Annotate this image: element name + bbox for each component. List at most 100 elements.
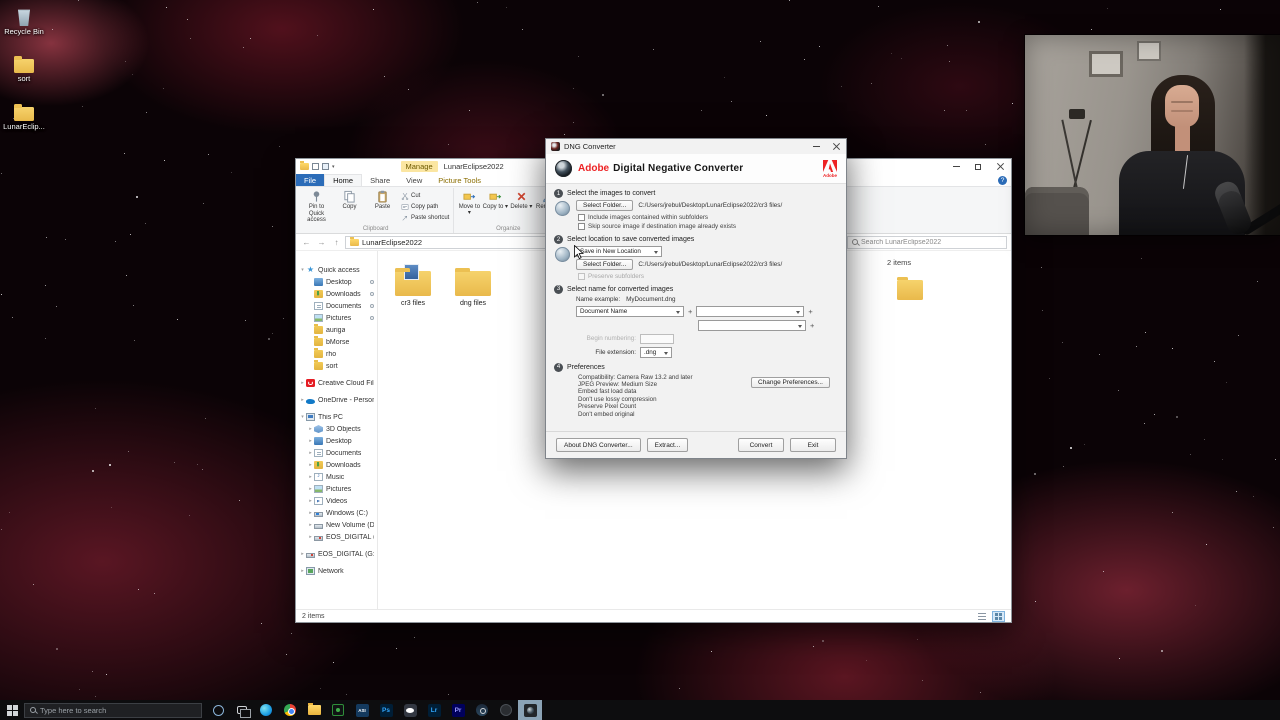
tab-home[interactable]: Home bbox=[324, 174, 363, 186]
convert-button[interactable]: Convert bbox=[738, 438, 784, 452]
sidebar-item-pictures[interactable]: Pictures bbox=[296, 312, 377, 324]
sidebar-item-downloads[interactable]: ▸ Downloads bbox=[296, 459, 377, 471]
forward-button[interactable]: → bbox=[315, 236, 328, 248]
ribbon-copy-to-button[interactable]: Copy to ▾ bbox=[482, 188, 508, 212]
name-part-3-combo[interactable] bbox=[698, 319, 806, 331]
details-view-button[interactable] bbox=[975, 611, 988, 622]
file-dng-files[interactable]: dng files bbox=[450, 265, 496, 308]
taskbar-asi-studio[interactable]: ASI bbox=[350, 700, 374, 720]
expand-arrow-icon[interactable]: ▸ bbox=[307, 450, 314, 456]
sidebar-item-sort[interactable]: sort bbox=[296, 360, 377, 372]
expand-arrow-icon[interactable]: ▸ bbox=[307, 510, 314, 516]
taskbar-discord[interactable] bbox=[398, 700, 422, 720]
expand-arrow-icon[interactable]: ▸ bbox=[299, 551, 306, 557]
taskbar-green-app[interactable] bbox=[326, 700, 350, 720]
expand-arrow-icon[interactable]: ▸ bbox=[299, 568, 306, 574]
sidebar-item-eos-digital-g[interactable]: ▸ EOS_DIGITAL (G:) bbox=[296, 531, 377, 543]
expand-arrow-icon[interactable]: ▸ bbox=[307, 426, 314, 432]
ribbon-cut-button[interactable]: Cut bbox=[399, 190, 451, 201]
taskbar-steam[interactable] bbox=[470, 700, 494, 720]
taskbar-dng-converter[interactable] bbox=[518, 700, 542, 720]
ribbon-paste-button[interactable]: Paste bbox=[366, 188, 399, 226]
sidebar-item-eos-digital-g[interactable]: ▸ EOS_DIGITAL (G:) bbox=[296, 548, 377, 560]
sidebar-item-network[interactable]: ▸ Network bbox=[296, 565, 377, 577]
sidebar-item-documents[interactable]: Documents bbox=[296, 300, 377, 312]
extract-button[interactable]: Extract... bbox=[646, 438, 689, 452]
sidebar-item-creative-cloud-files[interactable]: ▸ Creative Cloud Files bbox=[296, 377, 377, 389]
taskbar-task-view[interactable] bbox=[230, 700, 254, 720]
sidebar-item-pictures[interactable]: ▸ Pictures bbox=[296, 483, 377, 495]
start-button[interactable] bbox=[0, 700, 24, 720]
dialog-close-button[interactable] bbox=[826, 139, 846, 154]
taskbar-chrome[interactable] bbox=[278, 700, 302, 720]
new-folder-qat-icon[interactable] bbox=[322, 163, 329, 170]
properties-icon[interactable] bbox=[312, 163, 319, 170]
sidebar-item-music[interactable]: ▸ Music bbox=[296, 471, 377, 483]
help-icon[interactable]: ? bbox=[998, 175, 1007, 185]
skip-existing-checkbox[interactable] bbox=[578, 223, 585, 230]
minimize-button[interactable] bbox=[945, 159, 967, 174]
customize-toolbar-chevron-icon[interactable]: ▾ bbox=[332, 164, 335, 170]
tab-view[interactable]: View bbox=[398, 174, 430, 186]
name-part-1-combo[interactable]: Document Name bbox=[576, 305, 684, 317]
sidebar-item-new-volume-d[interactable]: ▸ New Volume (D:) bbox=[296, 519, 377, 531]
ribbon-paste-shortcut-button[interactable]: Paste shortcut bbox=[399, 212, 451, 223]
sidebar-item-videos[interactable]: ▸ Videos bbox=[296, 495, 377, 507]
expand-arrow-icon[interactable]: ▸ bbox=[307, 486, 314, 492]
search-input[interactable] bbox=[861, 238, 1002, 246]
taskbar-search-input[interactable] bbox=[40, 705, 196, 715]
thumbnail-view-button[interactable] bbox=[992, 610, 1005, 622]
taskbar-cortana[interactable] bbox=[206, 700, 230, 720]
tab-share[interactable]: Share bbox=[362, 174, 398, 186]
expand-arrow-icon[interactable]: ▾ bbox=[299, 414, 306, 420]
expand-arrow-icon[interactable]: ▸ bbox=[307, 438, 314, 444]
save-location-combo[interactable]: Save in New Location bbox=[576, 246, 662, 257]
sidebar-item-onedrive-personal[interactable]: ▸ OneDrive - Personal bbox=[296, 394, 377, 406]
tab-picture-tools[interactable]: Picture Tools bbox=[430, 174, 489, 186]
taskbar-file-explorer[interactable] bbox=[302, 700, 326, 720]
file-cr3-files[interactable]: cr3 files bbox=[390, 264, 436, 308]
include-subfolders-checkbox[interactable] bbox=[578, 213, 585, 221]
search-box[interactable] bbox=[847, 235, 1007, 249]
sidebar-item-windows-c[interactable]: ▸ Windows (C:) bbox=[296, 507, 377, 519]
change-preferences-button[interactable]: Change Preferences... bbox=[750, 376, 830, 388]
expand-arrow-icon[interactable]: ▸ bbox=[299, 380, 306, 386]
sidebar-item-quick-access[interactable]: ▾ ★ Quick access bbox=[296, 264, 377, 276]
back-button[interactable]: ← bbox=[300, 236, 313, 248]
exit-button[interactable]: Exit bbox=[790, 438, 836, 452]
expand-arrow-icon[interactable]: ▸ bbox=[307, 474, 314, 480]
taskbar-dark-app[interactable] bbox=[494, 700, 518, 720]
desktop-icon-lunareclip[interactable]: LunarEclip... bbox=[0, 104, 48, 131]
sidebar-item-bmorse[interactable]: bMorse bbox=[296, 336, 377, 348]
ribbon-copy-path-button[interactable]: Copy path bbox=[399, 201, 451, 212]
desktop-icon-sort[interactable]: sort bbox=[0, 56, 48, 83]
ribbon-pin-to-quick-access-button[interactable]: Pin to Quick access bbox=[300, 188, 333, 226]
ribbon-delete-button[interactable]: Delete ▾ bbox=[508, 188, 534, 212]
maximize-button[interactable] bbox=[967, 159, 989, 174]
expand-arrow-icon[interactable]: ▸ bbox=[307, 534, 314, 540]
tab-file[interactable]: File bbox=[296, 174, 325, 186]
select-source-folder-button[interactable]: Select Folder... bbox=[576, 200, 634, 211]
up-button[interactable]: ↑ bbox=[330, 236, 343, 248]
taskbar-premiere[interactable]: Pr bbox=[446, 700, 470, 720]
sidebar-item-documents[interactable]: ▸ Documents bbox=[296, 447, 377, 459]
expand-arrow-icon[interactable]: ▸ bbox=[307, 462, 314, 468]
taskbar-lightroom[interactable]: Lr bbox=[422, 700, 446, 720]
expand-arrow-icon[interactable]: ▸ bbox=[299, 397, 306, 403]
sidebar-item-desktop[interactable]: Desktop bbox=[296, 276, 377, 288]
sidebar-item-auriga[interactable]: auriga bbox=[296, 324, 377, 336]
about-dng-converter-button[interactable]: About DNG Converter... bbox=[556, 438, 641, 452]
sidebar-item-rho[interactable]: rho bbox=[296, 348, 377, 360]
sidebar-item-desktop[interactable]: ▸ Desktop bbox=[296, 435, 377, 447]
sidebar-item-this-pc[interactable]: ▾ This PC bbox=[296, 411, 377, 423]
close-button[interactable] bbox=[989, 159, 1011, 174]
ribbon-move-to-button[interactable]: Move to ▾ bbox=[456, 188, 482, 219]
name-part-2-combo[interactable] bbox=[696, 305, 805, 317]
sidebar-item-downloads[interactable]: Downloads bbox=[296, 288, 377, 300]
expand-arrow-icon[interactable]: ▸ bbox=[307, 522, 314, 528]
dialog-minimize-button[interactable] bbox=[806, 139, 826, 154]
taskbar-search[interactable] bbox=[24, 702, 202, 718]
file-extension-combo[interactable]: .dng bbox=[640, 346, 672, 358]
desktop-icon-recycle-bin[interactable]: Recycle Bin bbox=[0, 8, 48, 36]
expand-arrow-icon[interactable]: ▸ bbox=[307, 498, 314, 504]
